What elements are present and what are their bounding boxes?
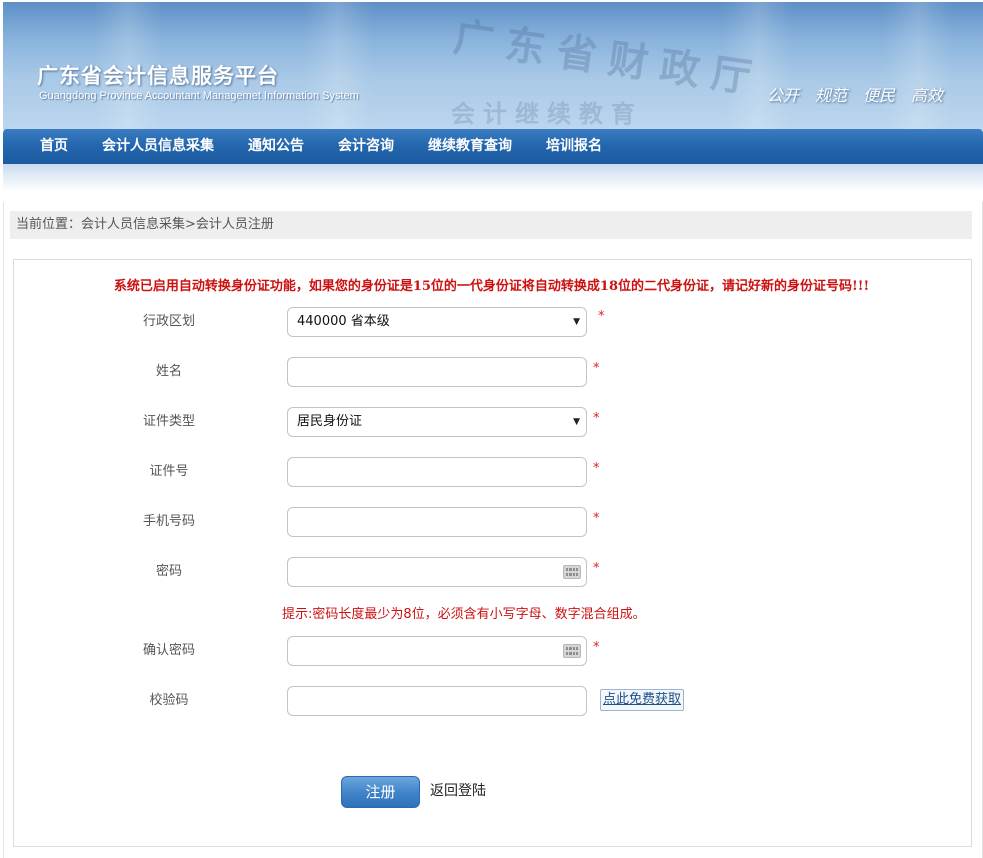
id-type-select[interactable]: 居民身份证 ▼ xyxy=(287,407,587,437)
main-nav: 首页 会计人员信息采集 通知公告 会计咨询 继续教育查询 培训报名 xyxy=(3,129,983,164)
slogan: 规范 xyxy=(814,86,847,105)
header-light-streak xyxy=(883,2,953,130)
id-type-label: 证件类型 xyxy=(142,414,195,429)
required-mark: * xyxy=(593,361,600,376)
name-input[interactable] xyxy=(287,357,587,387)
required-mark: * xyxy=(593,461,600,476)
form-row-confirm-password: 确认密码 * xyxy=(0,636,983,666)
header-watermark-top: 广东省财政厅 xyxy=(450,13,767,104)
form-row-password: 密码 * xyxy=(0,557,983,587)
form-row-id-type: 证件类型 居民身份证 ▼ * xyxy=(0,407,983,437)
nav-item-announcements[interactable]: 通知公告 xyxy=(231,129,321,164)
nav-shadow xyxy=(3,164,983,192)
nav-item-info-collection[interactable]: 会计人员信息采集 xyxy=(85,129,231,164)
password-input[interactable] xyxy=(287,557,587,587)
nav-item-education-query[interactable]: 继续教育查询 xyxy=(411,129,529,164)
header-light-streak xyxy=(303,2,373,130)
id-number-label: 证件号 xyxy=(149,464,189,479)
id-type-selected-value: 居民身份证 xyxy=(297,414,363,429)
nav-item-training-signup[interactable]: 培训报名 xyxy=(529,129,619,164)
site-subtitle: Guangdong Province Accountant Managemet … xyxy=(39,90,359,102)
required-mark: * xyxy=(598,309,605,324)
header-slogans: 公开 规范 便民 高效 xyxy=(767,82,943,106)
nav-item-consulting[interactable]: 会计咨询 xyxy=(321,129,411,164)
dropdown-arrow-icon: ▼ xyxy=(573,417,580,427)
form-row-region: 行政区划 440000 省本级 ▼ * xyxy=(0,307,983,337)
region-selected-value: 440000 省本级 xyxy=(297,314,390,329)
id-number-input[interactable] xyxy=(287,457,587,487)
nav-item-home[interactable]: 首页 xyxy=(23,129,85,164)
get-captcha-button[interactable]: 点此免费获取 xyxy=(600,689,685,711)
slogan: 公开 xyxy=(766,86,799,105)
form-row-captcha: 校验码 点此免费获取 xyxy=(0,686,983,716)
site-header: 广东省财政厅 会计继续教育 广东省会计信息服务平台 Guangdong Prov… xyxy=(3,2,983,130)
password-hint: 提示:密码长度最少为8位，必须含有小写字母、数字混合组成。 xyxy=(282,607,646,622)
confirm-password-input[interactable] xyxy=(287,636,587,666)
required-mark: * xyxy=(593,561,600,576)
captcha-input[interactable] xyxy=(287,686,587,716)
header-watermark-bottom: 会计继续教育 xyxy=(451,99,643,128)
required-mark: * xyxy=(593,511,600,526)
phone-label: 手机号码 xyxy=(142,514,195,529)
breadcrumb: 当前位置：会计人员信息采集>会计人员注册 xyxy=(10,211,972,239)
id-conversion-notice: 系统已启用自动转换身份证功能，如果您的身份证是15位的一代身份证将自动转换成18… xyxy=(113,279,870,294)
registration-panel xyxy=(13,259,972,847)
dropdown-arrow-icon: ▼ xyxy=(573,317,580,327)
confirm-password-label: 确认密码 xyxy=(142,643,195,658)
captcha-label: 校验码 xyxy=(149,693,189,708)
name-label: 姓名 xyxy=(155,364,182,379)
slogan: 高效 xyxy=(910,86,943,105)
region-select[interactable]: 440000 省本级 ▼ xyxy=(287,307,587,337)
keyboard-icon[interactable] xyxy=(563,644,581,658)
register-button[interactable]: 注册 xyxy=(341,776,420,808)
back-to-login-link[interactable]: 返回登陆 xyxy=(430,781,486,801)
form-row-phone: 手机号码 * xyxy=(0,507,983,537)
form-row-name: 姓名 * xyxy=(0,357,983,387)
required-mark: * xyxy=(593,640,600,655)
site-title: 广东省会计信息服务平台 xyxy=(37,64,279,88)
phone-input[interactable] xyxy=(287,507,587,537)
required-mark: * xyxy=(593,411,600,426)
region-label: 行政区划 xyxy=(142,314,195,329)
keyboard-icon[interactable] xyxy=(563,565,581,579)
password-label: 密码 xyxy=(155,564,182,579)
form-row-id-number: 证件号 * xyxy=(0,457,983,487)
slogan: 便民 xyxy=(862,86,895,105)
